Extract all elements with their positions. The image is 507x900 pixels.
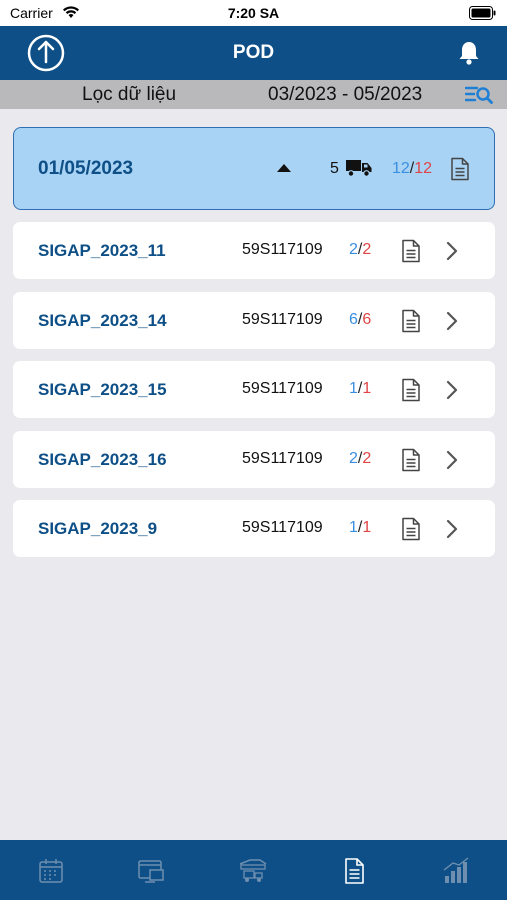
done-count: 2 <box>349 449 358 467</box>
done-count: 6 <box>349 310 358 328</box>
trip-ratio: 1/1 <box>349 380 371 398</box>
filter-search-icon[interactable] <box>465 85 493 105</box>
date-group-header[interactable]: 01/05/2023 5 12/12 <box>13 127 495 210</box>
vehicle-plate: 59S117109 <box>242 310 323 328</box>
trip-code: SIGAP_2023_9 <box>38 519 158 539</box>
trip-code: SIGAP_2023_11 <box>38 241 166 260</box>
group-ratio: 12/12 <box>392 160 432 178</box>
done-count: 1 <box>349 519 358 537</box>
clock: 7:20 SA <box>227 5 280 21</box>
calendar-icon[interactable] <box>36 856 66 886</box>
trip-code: SIGAP_2023_16 <box>38 449 167 469</box>
trip-row[interactable]: SIGAP_2023_15 59S117109 1/1 <box>13 361 495 419</box>
trip-ratio: 2/2 <box>349 450 371 468</box>
total-count: 1 <box>362 519 372 537</box>
trip-ratio: 2/2 <box>349 241 371 259</box>
chart-icon[interactable] <box>441 856 471 886</box>
total-count: 12 <box>414 160 433 177</box>
filter-label: Lọc dữ liệu <box>82 84 177 105</box>
document-icon[interactable] <box>339 856 369 886</box>
trucks-icon[interactable] <box>238 856 268 886</box>
date-range[interactable]: 03/2023 - 05/2023 <box>268 84 422 106</box>
chevron-right-icon[interactable] <box>446 519 458 539</box>
nav-bar: POD <box>0 26 507 80</box>
truck-icon <box>346 160 372 177</box>
bell-icon[interactable] <box>457 40 481 66</box>
trip-ratio: 1/1 <box>349 519 371 537</box>
vehicle-plate: 59S117109 <box>242 519 323 537</box>
done-count: 1 <box>349 380 358 398</box>
battery-icon <box>469 6 496 20</box>
document-icon[interactable] <box>401 239 421 263</box>
filter-bar: Lọc dữ liệu 03/2023 - 05/2023 <box>0 80 507 109</box>
tab-bar <box>0 840 507 900</box>
done-count: 12 <box>392 160 410 177</box>
trip-row[interactable]: SIGAP_2023_14 59S117109 6/6 <box>13 291 495 349</box>
total-count: 2 <box>362 449 372 467</box>
group-date: 01/05/2023 <box>38 158 134 179</box>
total-count: 2 <box>362 241 372 258</box>
collapse-caret-icon[interactable] <box>277 164 291 172</box>
trip-row[interactable]: SIGAP_2023_16 59S117109 2/2 <box>13 430 495 488</box>
vehicle-plate: 59S117109 <box>242 380 323 398</box>
document-icon[interactable] <box>401 309 421 333</box>
total-count: 1 <box>362 380 372 398</box>
trip-row[interactable]: SIGAP_2023_11 59S117109 2/2 <box>13 222 495 279</box>
status-bar: Carrier 7:20 SA <box>0 0 507 26</box>
done-count: 2 <box>349 241 358 258</box>
page-title: POD <box>232 42 275 63</box>
document-icon[interactable] <box>401 448 421 472</box>
vehicle-plate: 59S117109 <box>242 449 323 467</box>
document-icon[interactable] <box>401 378 421 402</box>
trip-code: SIGAP_2023_14 <box>38 310 167 330</box>
trip-ratio: 6/6 <box>349 311 371 329</box>
document-icon[interactable] <box>401 517 421 541</box>
document-icon[interactable] <box>450 157 470 181</box>
monitor-icon[interactable] <box>136 856 166 886</box>
trip-code: SIGAP_2023_15 <box>38 380 167 400</box>
vehicle-plate: 59S117109 <box>242 241 323 258</box>
chevron-right-icon[interactable] <box>446 380 458 400</box>
trip-row[interactable]: SIGAP_2023_9 59S117109 1/1 <box>13 500 495 558</box>
total-count: 6 <box>362 310 372 328</box>
chevron-right-icon[interactable] <box>446 241 458 261</box>
chevron-right-icon[interactable] <box>446 311 458 331</box>
truck-count: 5 <box>330 160 339 177</box>
chevron-right-icon[interactable] <box>446 450 458 470</box>
